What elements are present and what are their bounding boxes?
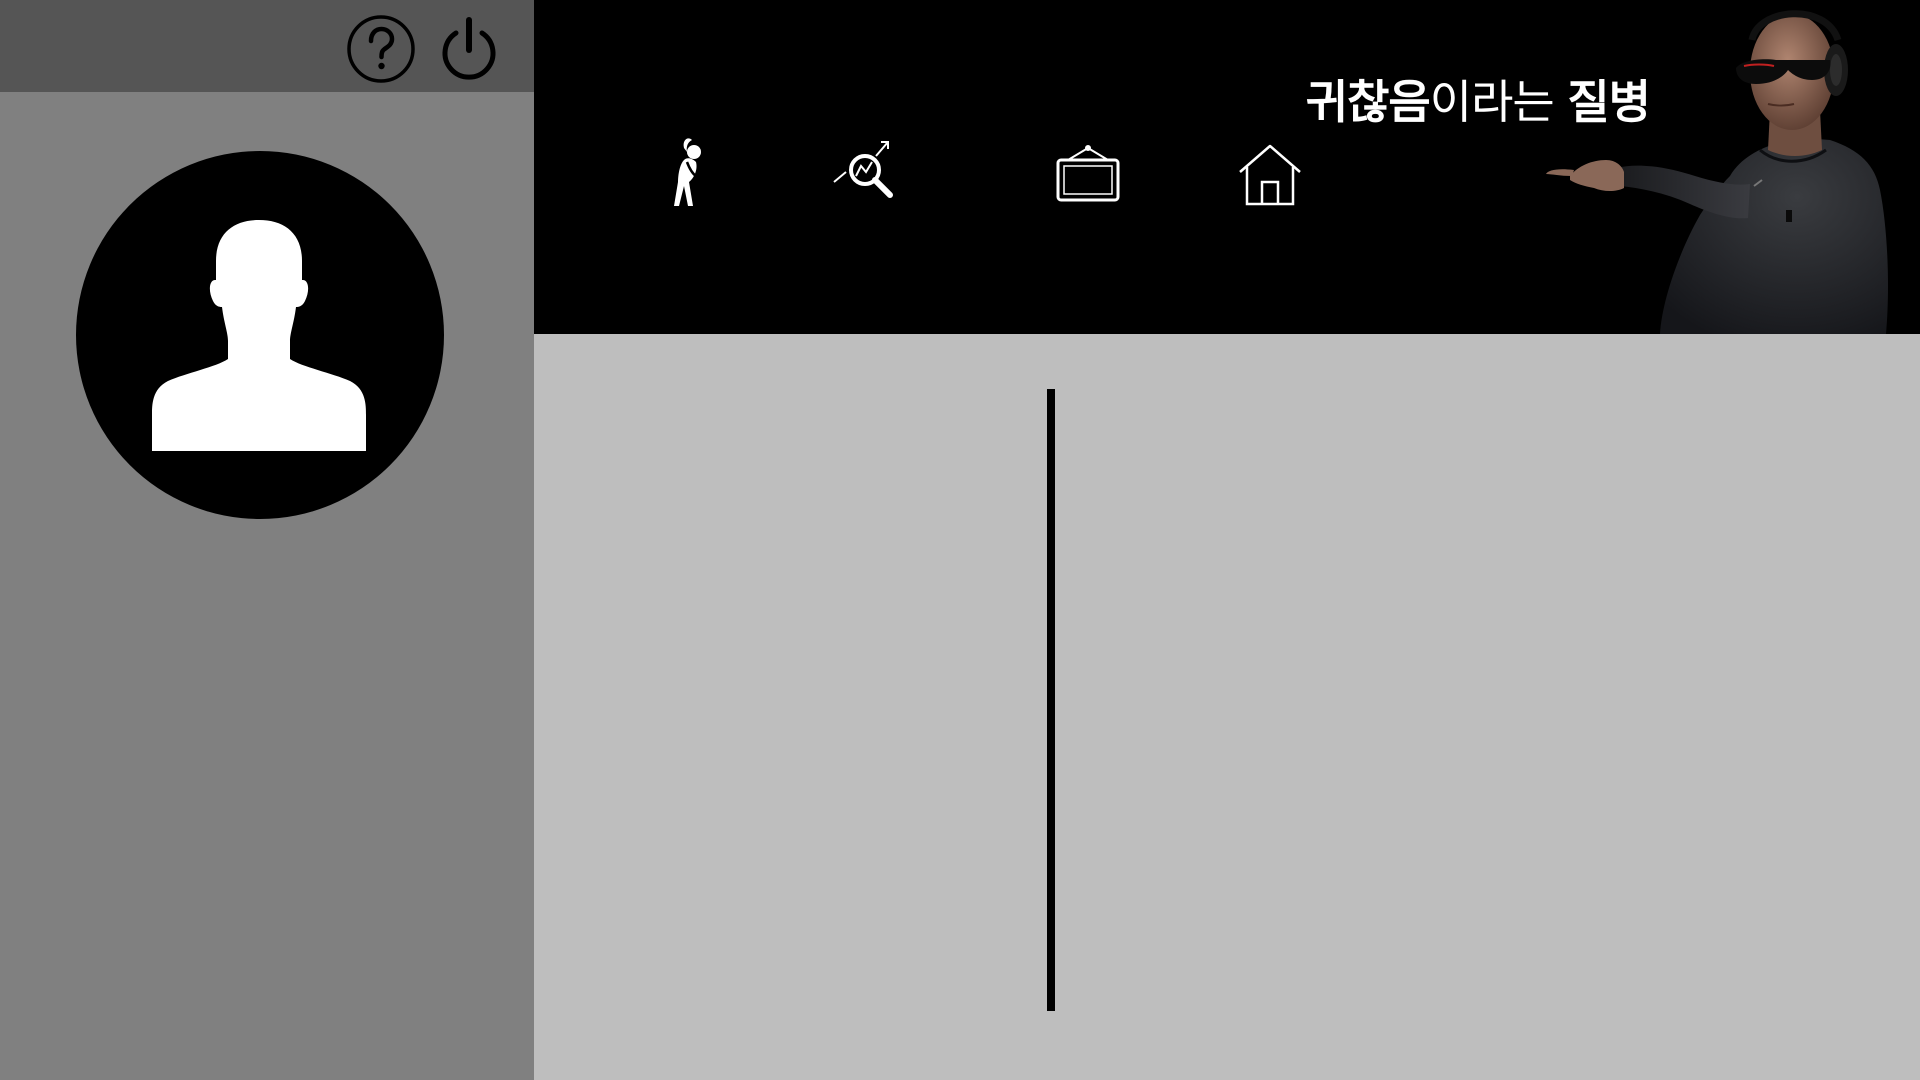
banner-person-image [1530,0,1920,334]
sidebar-top-bar [0,0,534,92]
nav-exercise[interactable] [644,134,724,214]
nav-home[interactable] [1230,134,1310,214]
banner-word-1: 귀찮음 [1305,75,1431,129]
power-icon [442,17,496,80]
help-button[interactable] [346,14,416,84]
trainer-figure [1546,10,1888,334]
hanging-board-icon [1056,145,1120,202]
vertical-divider [1047,389,1055,1011]
magnifier-chart-icon [833,141,893,198]
home-icon [1239,144,1301,206]
main-content [534,334,1920,1080]
help-icon [347,15,415,83]
stretching-person-icon [674,138,701,206]
app-window: 귀찮음이라는 질병 [0,0,1920,1080]
header-banner: 귀찮음이라는 질병 [534,0,1920,334]
user-silhouette-icon [152,220,366,451]
sidebar [0,0,534,1080]
nav-analysis[interactable] [830,134,910,214]
power-button[interactable] [434,14,504,84]
nav-board[interactable] [1048,134,1128,214]
avatar[interactable] [76,151,444,519]
